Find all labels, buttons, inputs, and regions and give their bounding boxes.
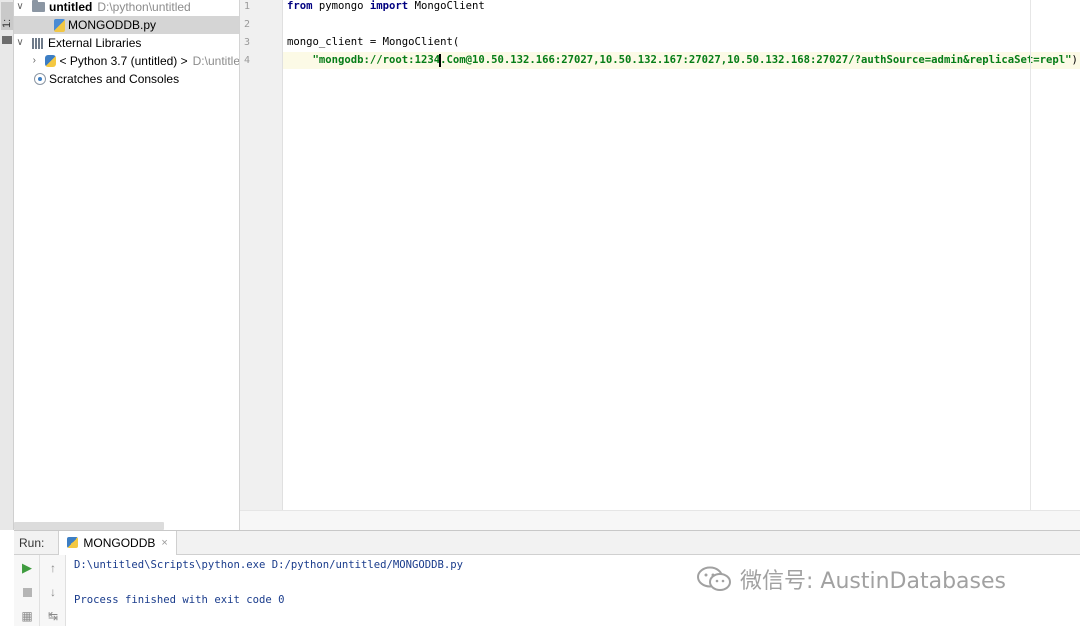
run-tab-label: MONGODDB <box>83 535 156 550</box>
python-icon <box>45 55 56 67</box>
keyword: import <box>369 0 409 12</box>
stop-icon[interactable] <box>20 585 34 599</box>
line-number: 2 <box>244 19 251 30</box>
chevron-down-icon[interactable]: ∨ <box>14 37 26 49</box>
run-toolbar-secondary: ↑ ↓ ↹ <box>40 555 66 626</box>
console-command-line: D:\untitled\Scripts\python.exe D:/python… <box>74 559 464 571</box>
arrow-up-icon[interactable]: ↑ <box>46 561 60 575</box>
code-area[interactable]: from pymongo import MongoClient mongo_cl… <box>283 0 1080 510</box>
chevron-right-icon[interactable]: › <box>29 55 39 67</box>
python-icon <box>67 537 79 548</box>
tree-file-mongoddb[interactable]: MONGODDB.py <box>14 16 239 34</box>
scratches-label: Scratches and Consoles <box>49 72 180 86</box>
code-token: mongo_client = MongoClient( <box>287 36 460 48</box>
line-number-gutter: 1 2 3 4 <box>240 0 283 510</box>
code-line[interactable]: mongo_client = MongoClient( <box>283 34 1080 51</box>
library-icon <box>32 37 44 49</box>
project-panel: ∨ untitled D:\python\untitled MONGODDB.p… <box>14 0 240 530</box>
right-margin-guide <box>1030 0 1031 510</box>
python-sdk-label: < Python 3.7 (untitled) > <box>59 54 188 68</box>
line-number: 4 <box>244 55 251 66</box>
external-libraries-label: External Libraries <box>48 36 142 50</box>
line-number: 1 <box>244 1 251 12</box>
scratches-icon <box>34 73 46 85</box>
project-horizontal-scrollbar[interactable] <box>14 522 164 530</box>
tree-external-libraries[interactable]: ∨ External Libraries <box>14 34 239 52</box>
line-number: 3 <box>244 37 251 48</box>
string-literal: .Com@10.50.132.166:27027,10.50.132.167:2… <box>440 54 1072 66</box>
project-path: D:\python\untitled <box>97 0 191 14</box>
run-tab-mongoddb[interactable]: MONGODDB × <box>58 530 177 555</box>
run-toolbar-primary: ▶ ▦ <box>14 555 40 626</box>
file-name: MONGODDB.py <box>68 18 157 32</box>
arrow-down-icon[interactable]: ↓ <box>46 585 60 599</box>
code-line-current[interactable]: "mongodb://root:1234.Com@10.50.132.166:2… <box>283 52 1080 69</box>
code-token: ) <box>1071 54 1078 66</box>
layout-icon[interactable]: ▦ <box>20 609 34 623</box>
wechat-icon <box>697 566 731 591</box>
watermark: 微信号: AustinDatabases <box>696 562 1006 596</box>
soft-wrap-icon[interactable]: ↹ <box>46 609 60 623</box>
code-token: pymongo <box>312 0 370 12</box>
tree-scratches[interactable]: Scratches and Consoles <box>14 70 239 88</box>
editor-horizontal-scrollbar[interactable] <box>240 510 1080 530</box>
chevron-down-icon[interactable]: ∨ <box>14 1 26 13</box>
tree-python-sdk[interactable]: › < Python 3.7 (untitled) > D:\untitle <box>14 52 240 70</box>
watermark-text: 微信号: AustinDatabases <box>740 569 1006 594</box>
console-exit-line: Process finished with exit code 0 <box>74 594 285 606</box>
run-label: Run: <box>19 535 45 550</box>
run-header: Run: MONGODDB × <box>14 530 1080 555</box>
tree-root-untitled[interactable]: ∨ untitled D:\python\untitled <box>14 0 239 16</box>
folder-icon <box>32 0 45 12</box>
keyword: from <box>287 0 313 12</box>
project-name: untitled <box>49 0 93 14</box>
tool-window-strip: 1: Pro <box>0 0 14 530</box>
rerun-icon[interactable]: ▶ <box>20 560 34 575</box>
tool-strip-icon[interactable] <box>2 36 12 44</box>
project-tool-button[interactable]: 1: Pro <box>1 2 13 30</box>
close-icon[interactable]: × <box>161 537 167 549</box>
python-sdk-path: D:\untitle <box>192 54 240 68</box>
code-editor[interactable]: 1 2 3 4 from pymongo import MongoClient … <box>240 0 1080 530</box>
string-literal: "mongodb://root:1234 <box>312 54 441 66</box>
code-token: MongoClient <box>408 0 485 12</box>
code-line[interactable]: from pymongo import MongoClient <box>283 0 1080 15</box>
python-file-icon <box>54 18 65 32</box>
